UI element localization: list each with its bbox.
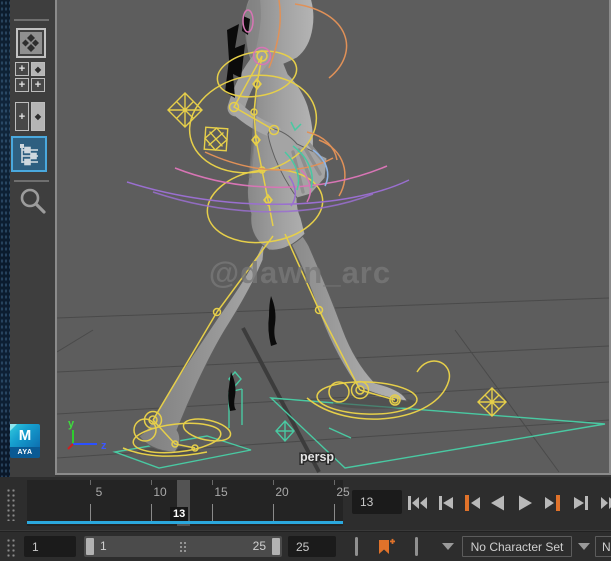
time-slider-track[interactable]: 5 10 15 20 25 13 bbox=[27, 480, 350, 526]
bookmark-plus-icon bbox=[379, 538, 395, 554]
current-frame-label: 13 bbox=[170, 507, 189, 521]
maya-window: + ◆ + + + ◆ M AYA @dawn_arc y z persp 5 … bbox=[0, 0, 611, 561]
channel-sliders-button-active[interactable] bbox=[11, 136, 47, 172]
perspective-viewport[interactable]: @dawn_arc y z persp bbox=[55, 0, 611, 475]
key-diamond-small-button[interactable]: ◆ bbox=[31, 62, 45, 76]
go-to-start-button[interactable] bbox=[405, 489, 431, 517]
range-slider-row: 1 1 25 25 No Character Set N bbox=[0, 531, 611, 561]
view-axis-gizmo[interactable]: y z bbox=[67, 418, 107, 452]
timeline-drag-grip[interactable] bbox=[5, 487, 17, 521]
key-diamond-tall-button[interactable]: ◆ bbox=[31, 102, 45, 131]
range-start-label: 1 bbox=[100, 539, 107, 553]
step-forward-frame-icon bbox=[574, 496, 588, 510]
range-start-handle[interactable] bbox=[86, 538, 94, 555]
toolbar-divider bbox=[14, 19, 49, 21]
left-toolbar: + ◆ + + + ◆ M AYA bbox=[10, 0, 55, 477]
add-bookmark-button[interactable] bbox=[374, 535, 398, 559]
maya-logo: M AYA bbox=[10, 424, 40, 458]
animation-start-field[interactable]: 1 bbox=[24, 536, 76, 557]
range-drag-grip[interactable] bbox=[5, 537, 17, 558]
playback-speed-handle[interactable] bbox=[352, 537, 360, 556]
frame-number-label: 20 bbox=[275, 485, 289, 499]
play-forwards-icon bbox=[519, 495, 532, 511]
channel-sliders-icon bbox=[20, 144, 38, 166]
add-key-plus-button-3[interactable]: + bbox=[31, 78, 45, 92]
range-center-grip[interactable] bbox=[179, 541, 187, 553]
maya-logo-letter: M bbox=[10, 424, 40, 447]
step-back-key-icon bbox=[465, 495, 480, 511]
go-to-start-icon bbox=[408, 496, 427, 510]
step-forward-key-icon bbox=[545, 495, 560, 511]
maya-logo-caption: AYA bbox=[10, 447, 40, 458]
toolbar-divider-2 bbox=[14, 180, 49, 182]
axis-z-label: z bbox=[101, 440, 107, 452]
anim-layer-dropdown[interactable]: N bbox=[595, 536, 611, 557]
viewport-canvas[interactable]: @dawn_arc y z persp bbox=[57, 0, 609, 473]
axis-y-label: y bbox=[68, 418, 75, 430]
add-key-plus-button[interactable]: + bbox=[15, 62, 29, 76]
go-to-end-button[interactable] bbox=[597, 489, 611, 517]
add-key-plus-button-2[interactable]: + bbox=[15, 78, 29, 92]
step-back-key-button[interactable] bbox=[459, 489, 485, 517]
step-back-frame-button[interactable] bbox=[433, 489, 459, 517]
animation-end-field[interactable]: 25 bbox=[288, 536, 336, 557]
anim-layer-dropdown-arrow[interactable] bbox=[578, 543, 590, 550]
frame-number-label: 15 bbox=[214, 485, 228, 499]
key-diamonds-button[interactable] bbox=[16, 28, 46, 58]
play-forwards-button[interactable] bbox=[512, 489, 538, 517]
add-key-tall-button[interactable]: + bbox=[15, 102, 29, 131]
search-icon bbox=[20, 188, 46, 214]
playback-range-slider[interactable]: 1 25 bbox=[84, 536, 282, 557]
playback-speed-handle-2[interactable] bbox=[412, 537, 420, 556]
auto-key-dropdown-arrow[interactable] bbox=[442, 543, 454, 550]
camera-label: persp bbox=[300, 450, 334, 464]
step-forward-key-button[interactable] bbox=[540, 489, 566, 517]
frame-number-label: 10 bbox=[153, 485, 167, 499]
range-end-label: 25 bbox=[252, 539, 266, 553]
search-button[interactable] bbox=[17, 186, 49, 218]
step-forward-frame-button[interactable] bbox=[568, 489, 594, 517]
desktop-edge bbox=[0, 0, 10, 477]
current-frame-field[interactable]: 13 bbox=[352, 490, 402, 514]
cached-playback-line bbox=[27, 521, 343, 524]
range-end-handle[interactable] bbox=[272, 538, 280, 555]
play-backwards-button[interactable] bbox=[485, 489, 511, 517]
step-back-frame-icon bbox=[439, 496, 453, 510]
play-backwards-icon bbox=[491, 495, 504, 511]
character-set-dropdown[interactable]: No Character Set bbox=[462, 536, 572, 557]
go-to-end-icon bbox=[601, 497, 611, 509]
time-slider-row: 5 10 15 20 25 13 13 bbox=[0, 477, 611, 530]
watermark-text: @dawn_arc bbox=[209, 255, 391, 290]
key-diamonds-icon bbox=[22, 34, 39, 52]
frame-number-label: 5 bbox=[95, 485, 103, 499]
